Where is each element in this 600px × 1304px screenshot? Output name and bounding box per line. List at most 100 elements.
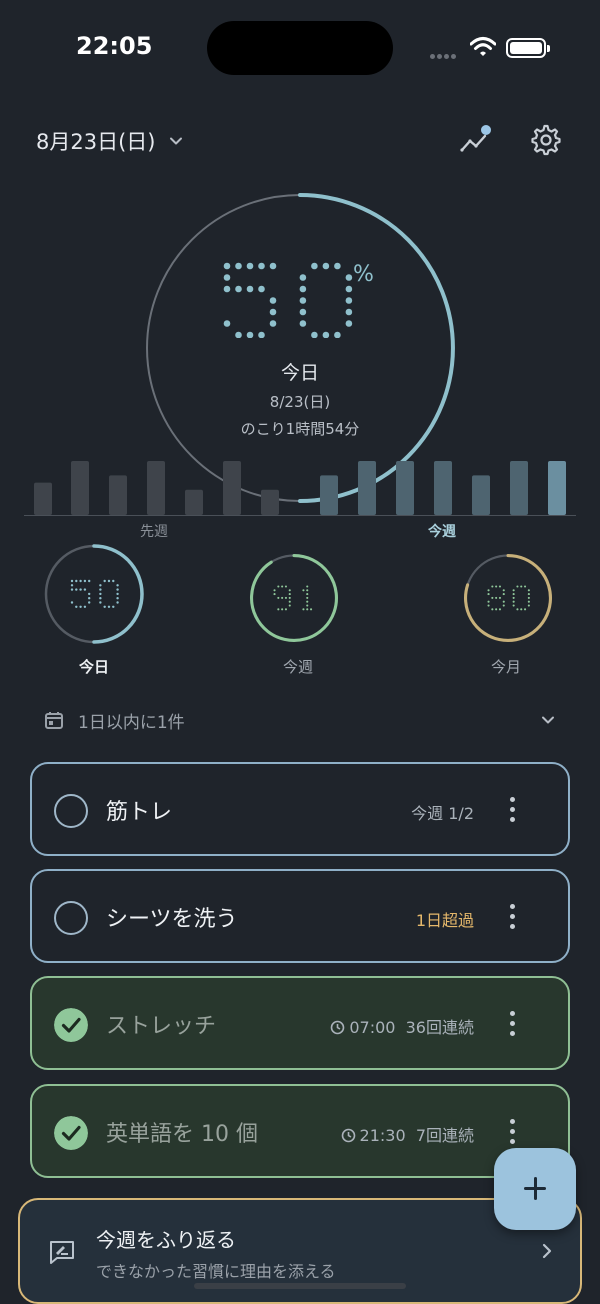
digit-dot <box>107 579 111 583</box>
check-icon[interactable] <box>54 1008 88 1042</box>
digit-dot <box>516 585 519 588</box>
digit-dot <box>512 589 515 592</box>
digit-dot <box>103 579 106 583</box>
digit-dot <box>116 588 119 591</box>
home-indicator[interactable] <box>194 1283 406 1289</box>
digit-dot <box>512 593 515 596</box>
digit-dot <box>223 285 231 293</box>
kebab-menu-icon[interactable] <box>510 904 516 930</box>
digit-dot <box>103 605 106 608</box>
digit-dot <box>299 285 307 293</box>
gear-icon[interactable] <box>528 122 564 158</box>
digit-dot <box>495 596 498 599</box>
digit-dot <box>107 605 111 608</box>
digit-dot <box>491 608 494 611</box>
last-week-bar <box>71 461 89 515</box>
add-habit-button[interactable] <box>494 1148 576 1230</box>
digit-dot <box>299 308 307 316</box>
digit-dot <box>88 601 91 604</box>
this-week-bar <box>472 475 490 515</box>
last-week-bar <box>147 461 165 515</box>
review-title: 今週をふり返る <box>96 1228 236 1252</box>
digit-dot <box>273 589 276 592</box>
digit-dot <box>527 589 530 592</box>
digit-dot <box>258 285 265 293</box>
digit-dot <box>502 589 505 592</box>
due-filter-label: 1日以内に1件 <box>78 712 185 733</box>
digit-dot <box>83 579 87 583</box>
habit-card[interactable]: 英単語を 10 個 21:30 7回連続 <box>30 1084 570 1178</box>
digit-dot <box>302 608 305 611</box>
clock-icon <box>341 1128 355 1143</box>
digit-dot <box>284 585 288 588</box>
habit-name: ストレッチ <box>106 1014 217 1039</box>
digit-dot <box>288 604 291 607</box>
weekly-bar-chart <box>34 461 566 515</box>
digit-dot <box>88 592 91 596</box>
today-percent-value <box>223 262 353 338</box>
digit-dot <box>498 608 502 611</box>
kebab-menu-icon[interactable] <box>510 1011 516 1037</box>
digit-dot <box>223 320 231 327</box>
digit-dot <box>512 600 515 603</box>
digit-dot <box>288 593 291 596</box>
digit-dot <box>235 331 242 338</box>
habit-time-streak: 07:00 36回連続 <box>330 1014 474 1038</box>
digit-dot <box>75 588 78 591</box>
today-summary-ring[interactable] <box>42 542 146 646</box>
kebab-menu-icon[interactable] <box>510 797 516 823</box>
date-selector[interactable]: 8月23日(日) <box>36 126 183 156</box>
digit-dot <box>258 262 265 270</box>
habit-checkbox[interactable] <box>54 901 88 935</box>
digit-dot <box>322 331 330 338</box>
last-week-label: 先週 <box>140 524 168 540</box>
digit-dot <box>83 588 87 591</box>
check-icon[interactable] <box>54 1116 88 1150</box>
digit-dot <box>79 588 82 591</box>
due-filter-row[interactable]: 1日以内に1件 <box>44 706 560 734</box>
digit-dot <box>527 604 530 607</box>
digit-dot <box>516 608 519 611</box>
digit-dot <box>235 285 242 293</box>
digit-dot <box>299 274 307 281</box>
digit-dot <box>523 608 527 611</box>
digit-dot <box>306 608 309 611</box>
digit-dot <box>491 596 494 599</box>
digit-dot <box>345 308 353 316</box>
month-summary-ring[interactable] <box>462 552 554 644</box>
this-week-label[interactable]: 今週 <box>428 521 456 541</box>
week-summary-ring[interactable] <box>248 552 340 644</box>
digit-dot <box>99 584 102 587</box>
time-remaining: のこり1時間54分 <box>240 420 360 438</box>
digit-dot <box>269 297 277 304</box>
digit-dot <box>520 608 523 611</box>
digit-dot <box>99 592 102 596</box>
digit-dot <box>99 601 102 604</box>
digit-dot <box>99 597 102 600</box>
digit-dot <box>306 589 309 592</box>
digit-dot <box>527 593 530 596</box>
digit-dot <box>288 589 291 592</box>
digit-dot <box>487 589 490 592</box>
habit-card[interactable]: 筋トレ 今週 1/2 <box>30 762 570 856</box>
digit-dot <box>116 584 119 587</box>
digit-dot <box>112 605 115 608</box>
digit-dot <box>306 585 309 588</box>
digit-dot <box>70 601 74 604</box>
date-title: 8月23日(日) <box>36 130 156 154</box>
habit-checkbox[interactable] <box>54 794 88 828</box>
habit-card[interactable]: ストレッチ 07:00 36回連続 <box>30 976 570 1070</box>
habit-time: 21:30 <box>359 1126 406 1145</box>
habit-name: 英単語を 10 個 <box>106 1122 258 1147</box>
chevron-down-icon <box>170 137 183 145</box>
digit-dot <box>527 596 530 599</box>
digit-dot <box>269 308 277 316</box>
digit-dot <box>79 605 82 608</box>
habit-card[interactable]: シーツを洗う 1日超過 <box>30 869 570 963</box>
digit-dot <box>99 588 102 591</box>
this-week-bar <box>510 461 528 515</box>
digit-dot <box>70 588 74 591</box>
kebab-menu-icon[interactable] <box>510 1119 516 1145</box>
trend-chart-icon[interactable] <box>458 122 494 158</box>
digit-dot <box>299 297 307 304</box>
